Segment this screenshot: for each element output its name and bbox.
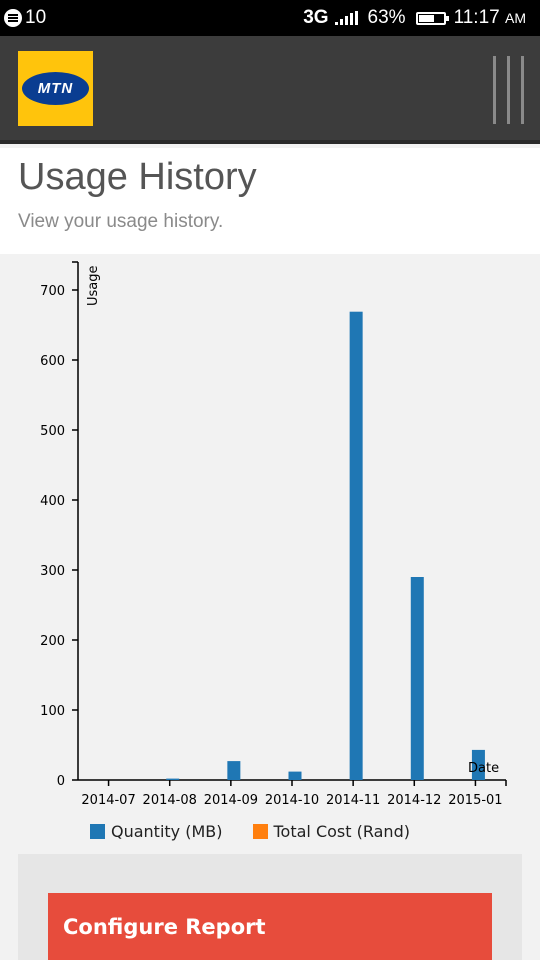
mtn-logo[interactable]: MTN — [18, 51, 93, 126]
app-header: MTN — [0, 36, 540, 144]
notification-area[interactable]: 10 — [4, 6, 46, 30]
legend-swatch — [90, 823, 105, 839]
legend-label: Total Cost (Rand) — [273, 821, 410, 841]
mtn-logo-text: MTN — [37, 80, 74, 97]
status-bar: 10 3G 63% 11:17 AM — [0, 0, 540, 36]
battery-icon — [415, 11, 449, 25]
y-axis-label: Usage — [86, 265, 101, 306]
clock-ampm: AM — [505, 10, 526, 26]
legend-swatch — [252, 823, 268, 839]
battery-percent: 63% — [367, 7, 406, 28]
bar-quantity — [227, 761, 241, 780]
bar-quantity — [410, 577, 424, 780]
notification-count: 10 — [25, 7, 47, 28]
notification-icon — [4, 9, 22, 27]
bar-quantity — [349, 311, 363, 780]
usage-chart: 0 100 200 300 400 500 600 700 2014-07 2014-08 2014… — [40, 261, 507, 808]
y-tick-label: 400 — [40, 494, 65, 509]
configure-panel: Configure Report — [18, 854, 522, 960]
y-tick-label: 300 — [40, 564, 65, 579]
bar-quantity — [166, 778, 180, 780]
clock: 11:17 AM — [454, 6, 526, 30]
mtn-logo-oval: MTN — [22, 72, 89, 105]
x-tick-label: 2014-07 — [81, 793, 135, 808]
network-type: 3G — [303, 7, 329, 28]
x-tick-label: 2015-01 — [448, 793, 502, 808]
signal-icon — [334, 11, 358, 25]
x-tick-label: 2014-08 — [143, 793, 197, 808]
chart-legend: Quantity (MB) Total Cost (Rand) — [90, 820, 440, 842]
menu-icon-bar — [507, 56, 510, 124]
y-tick-label: 100 — [40, 704, 65, 719]
configure-report-button[interactable]: Configure Report — [48, 893, 492, 960]
y-tick-label: 200 — [40, 634, 65, 649]
x-axis-label: Date — [468, 761, 499, 776]
x-tick-label: 2014-09 — [204, 793, 258, 808]
page-heading: Usage History View your usage history. — [0, 148, 540, 254]
page-title: Usage History — [18, 156, 257, 198]
menu-icon-bar — [521, 56, 524, 124]
y-tick-label: 0 — [57, 774, 65, 789]
menu-icon-bar — [493, 56, 496, 124]
menu-button[interactable] — [490, 56, 526, 124]
page-subtitle: View your usage history. — [18, 211, 224, 232]
legend-item: Total Cost (Rand) — [252, 821, 410, 841]
x-tick-label: 2014-10 — [265, 793, 319, 808]
bar-quantity — [288, 771, 302, 780]
legend-item: Quantity (MB) — [90, 822, 223, 841]
y-tick-label: 700 — [40, 284, 65, 299]
x-tick-label: 2014-12 — [387, 793, 441, 808]
y-tick-label: 500 — [40, 424, 65, 439]
x-tick-label: 2014-11 — [326, 793, 380, 808]
y-tick-label: 600 — [40, 354, 65, 369]
legend-label: Quantity (MB) — [111, 821, 223, 841]
clock-time: 11:17 — [453, 7, 500, 28]
